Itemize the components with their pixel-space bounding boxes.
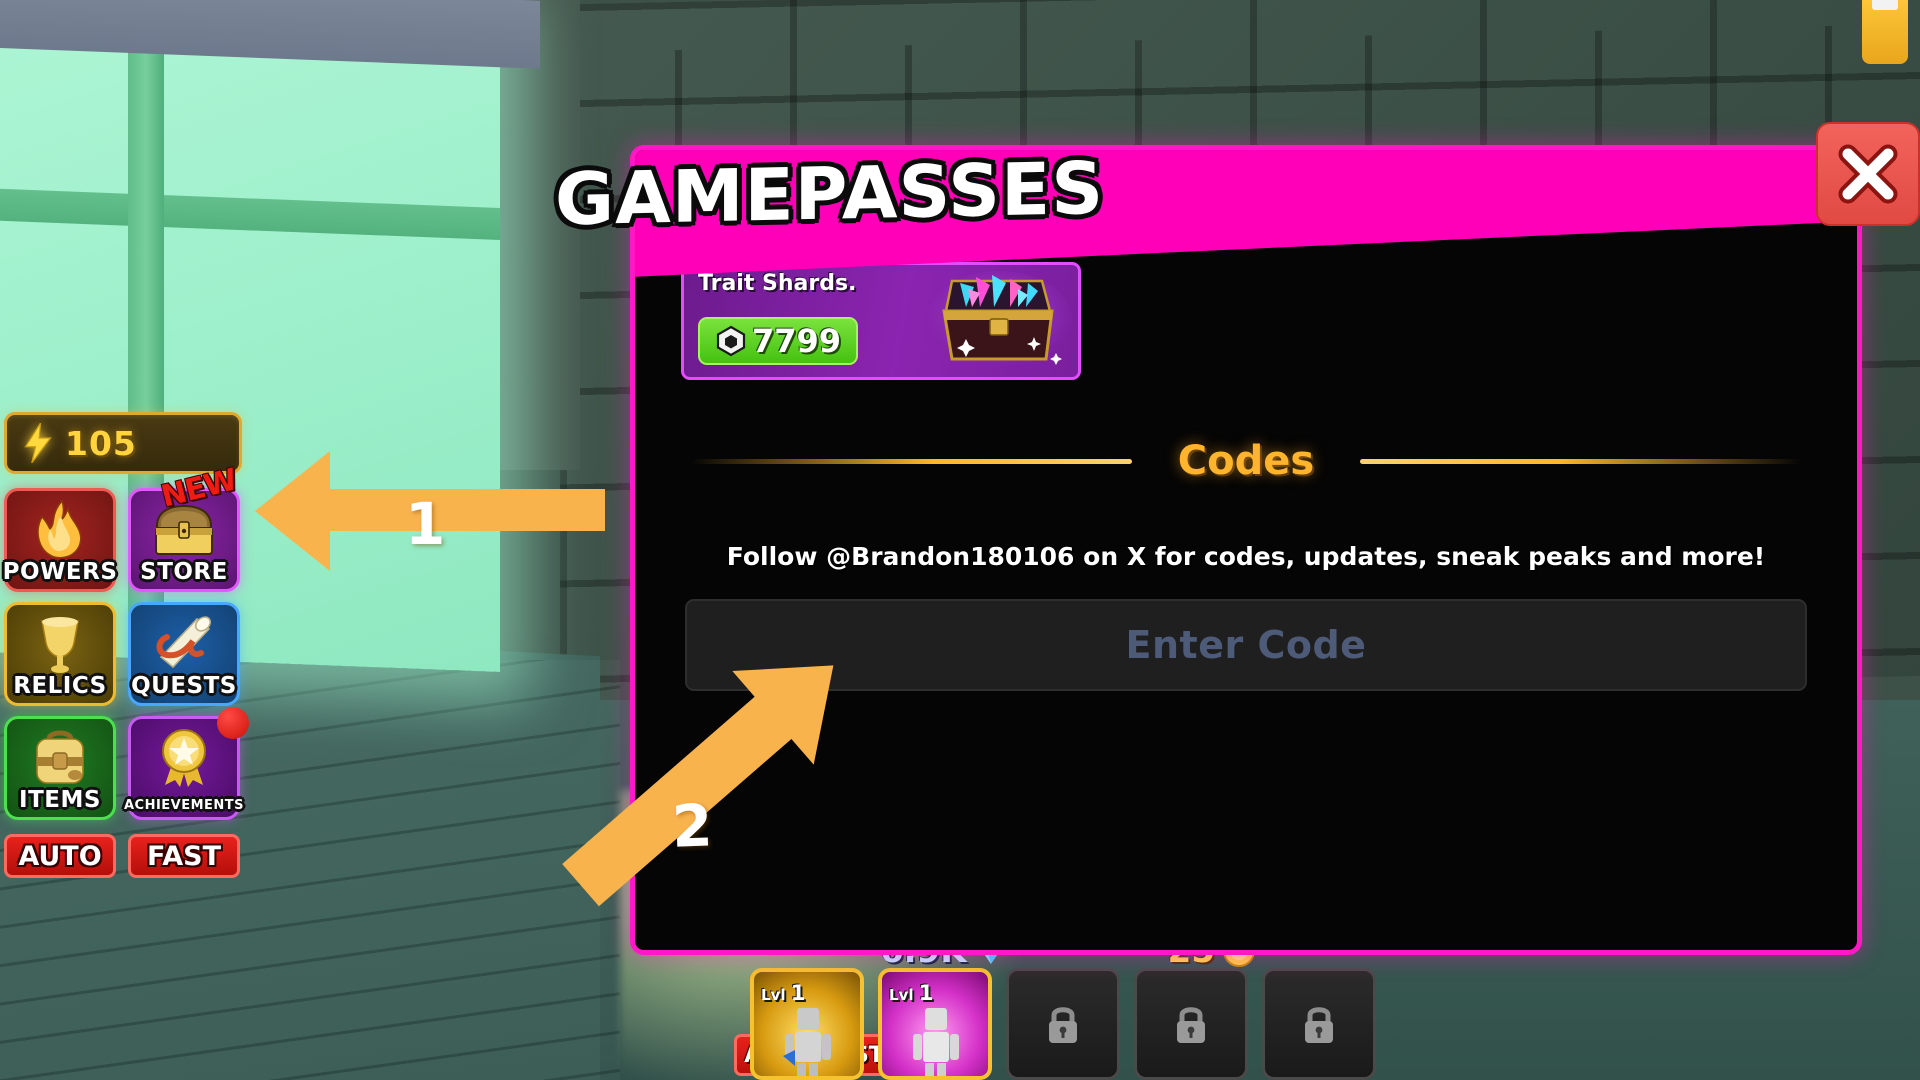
close-button[interactable] (1816, 122, 1920, 226)
menu-button-label: QUESTS (131, 673, 237, 699)
menu-button-label: STORE (140, 559, 228, 585)
level-badge: Lvl 1 (889, 981, 934, 1005)
gamepass-price-button[interactable]: 7799 (698, 317, 858, 365)
level-badge: Lvl 1 (761, 981, 806, 1005)
menu-button-label: ITEMS (19, 787, 101, 813)
backpack-icon (7, 723, 113, 793)
fast-button[interactable]: FAST (128, 834, 240, 878)
gamepass-price: 7799 (751, 322, 842, 360)
auto-button-label: AUTO (18, 840, 102, 872)
codes-heading: Codes (1177, 438, 1315, 484)
menu-button-grid: POWERS NEW STORE RELICS QUESTS ITEMS ACH… (2, 462, 254, 820)
code-input-placeholder: Enter Code (1125, 623, 1367, 667)
character-avatar (913, 1008, 959, 1076)
close-x-icon (1838, 144, 1898, 204)
treasure-chest-gems-icon (928, 271, 1072, 367)
quick-action-row: AUTO FAST (4, 834, 254, 878)
menu-button-quests[interactable]: QUESTS (128, 602, 240, 706)
lightning-bolt-icon (24, 423, 52, 463)
character-slot-row: Lvl 1 Lvl 1 (750, 968, 1376, 1080)
modal-title: GAMEPASSES (555, 145, 1105, 242)
character-slot[interactable]: Lvl 1 (878, 968, 992, 1080)
menu-button-label: ACHIEVEMENTS (123, 798, 245, 813)
notification-dot (217, 707, 249, 739)
menu-button-achievements[interactable]: ACHIEVEMENTS (124, 707, 249, 820)
gamepasses-modal: Trait Shards. 7799 Codes Follow @Brandon… (630, 145, 1862, 955)
scroll-icon (131, 609, 237, 679)
flame-icon (7, 495, 113, 565)
chalice-icon (7, 609, 113, 679)
locked-slot[interactable] (1134, 968, 1248, 1080)
menu-button-powers[interactable]: POWERS (2, 488, 118, 592)
robux-icon (716, 325, 746, 357)
modal-body: Trait Shards. 7799 Codes Follow @Brandon… (635, 250, 1857, 950)
left-hud: 105 POWERS NEW STORE RELICS QUESTS ITEMS… (2, 412, 254, 878)
code-input[interactable]: Enter Code (685, 599, 1807, 691)
character-slot[interactable]: Lvl 1 (750, 968, 864, 1080)
lock-icon (1177, 1007, 1205, 1043)
menu-button-label: POWERS (2, 559, 118, 585)
menu-button-relics[interactable]: RELICS (4, 602, 116, 706)
torch-icon (1862, 0, 1908, 64)
locked-slot[interactable] (1262, 968, 1376, 1080)
follow-instruction: Follow @Brandon180106 on X for codes, up… (726, 542, 1766, 571)
bottom-hud: 6.9K 25 AUTO CAST Lvl 1 (640, 934, 1640, 1080)
character-avatar (783, 1008, 831, 1076)
energy-value: 105 (65, 423, 137, 463)
fast-button-label: FAST (146, 840, 222, 872)
locked-slot[interactable] (1006, 968, 1120, 1080)
lock-icon (1049, 1007, 1077, 1043)
menu-button-items[interactable]: ITEMS (4, 716, 116, 820)
divider-left (691, 458, 1132, 464)
gamepass-card[interactable]: Trait Shards. 7799 (681, 262, 1081, 380)
codes-section-header: Codes (681, 438, 1811, 484)
menu-button-store[interactable]: NEW STORE (128, 462, 240, 592)
lock-icon (1305, 1007, 1333, 1043)
game-screen: 105 POWERS NEW STORE RELICS QUESTS ITEMS… (0, 0, 1920, 1080)
auto-button[interactable]: AUTO (4, 834, 116, 878)
menu-button-label: RELICS (13, 673, 107, 699)
energy-counter: 105 (4, 412, 242, 474)
divider-right (1360, 458, 1801, 464)
gamepass-description: Trait Shards. (698, 271, 857, 296)
